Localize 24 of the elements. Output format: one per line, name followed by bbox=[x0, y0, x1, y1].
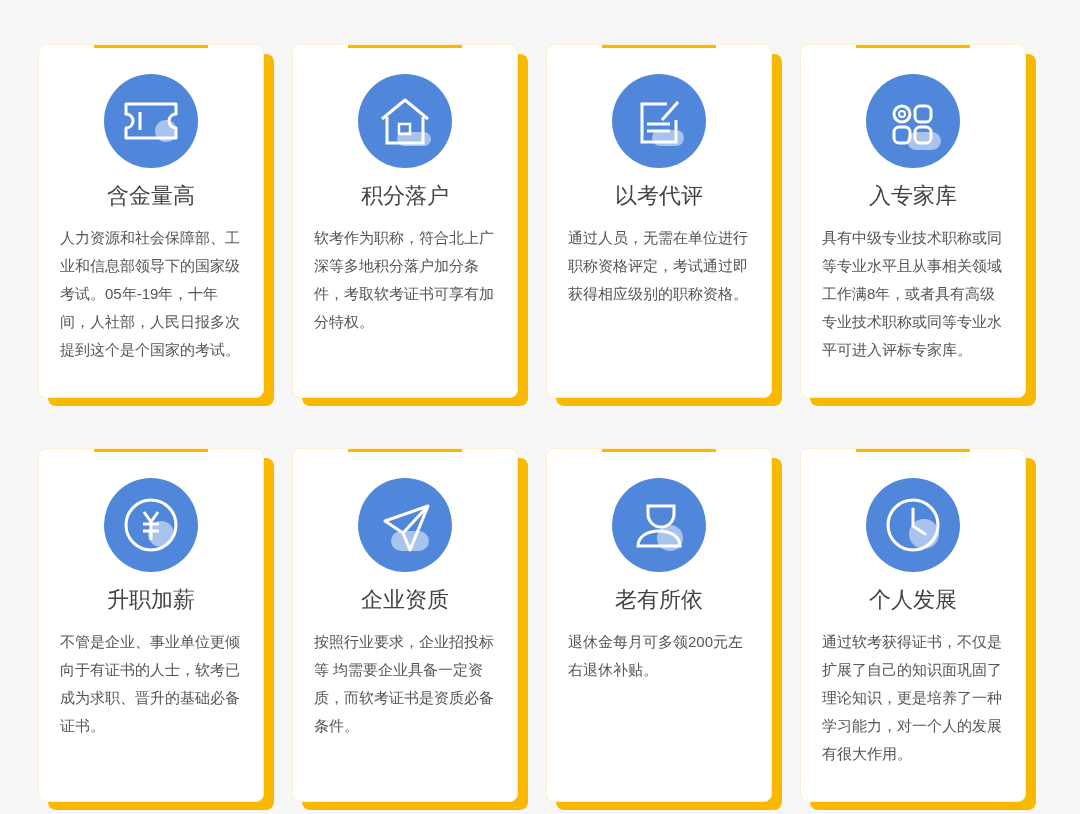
yuan-coin-icon bbox=[104, 478, 198, 572]
card-title: 入专家库 bbox=[869, 182, 957, 210]
card-description: 不管是企业、事业单位更倾向于有证书的人士，软考已成为求职、晋升的基础必备证书。 bbox=[60, 632, 241, 736]
card-description: 退休金每月可多领200元左右退休补贴。 bbox=[568, 632, 745, 680]
card-title: 含金量高 bbox=[107, 182, 195, 210]
document-pen-icon bbox=[612, 74, 706, 168]
paper-plane-icon bbox=[358, 478, 452, 572]
card-title: 企业资质 bbox=[361, 586, 449, 614]
card-description: 通过人员，无需在单位进行职称资格评定，考试通过即获得相应级别的职称资格。 bbox=[568, 228, 749, 304]
card-title: 升职加薪 bbox=[107, 586, 195, 614]
card-title: 以考代评 bbox=[615, 182, 703, 210]
card-description: 具有中级专业技术职称或同等专业水平且从事相关领域工作满8年，或者具有高级专业技术职称或同等专业水平可进入评标专家库。 bbox=[822, 228, 1003, 360]
card-title: 积分落户 bbox=[361, 182, 449, 210]
ticket-icon bbox=[104, 74, 198, 168]
person-icon bbox=[612, 478, 706, 572]
house-icon bbox=[358, 74, 452, 168]
card-description: 按照行业要求，企业招投标等 均需要企业具备一定资质，而软考证书是资质必备条件。 bbox=[314, 632, 495, 736]
apps-grid-icon bbox=[866, 74, 960, 168]
card-title: 个人发展 bbox=[869, 586, 957, 614]
card-description: 软考作为职称，符合北上广深等多地积分落户加分条件，考取软考证书可享有加分特权。 bbox=[314, 228, 495, 332]
card-description: 通过软考获得证书，不仅是扩展了自己的知识面巩固了理论知识，更是培养了一种学习能力，对一个人的发展有很大作用。 bbox=[822, 632, 1003, 764]
card-title: 老有所依 bbox=[615, 586, 703, 614]
card-description: 人力资源和社会保障部、工业和信息部领导下的国家级考试。05年-19年，十年间，人社部，人民日报多次提到这个是个国家的考试。 bbox=[60, 228, 241, 360]
clock-icon bbox=[866, 478, 960, 572]
